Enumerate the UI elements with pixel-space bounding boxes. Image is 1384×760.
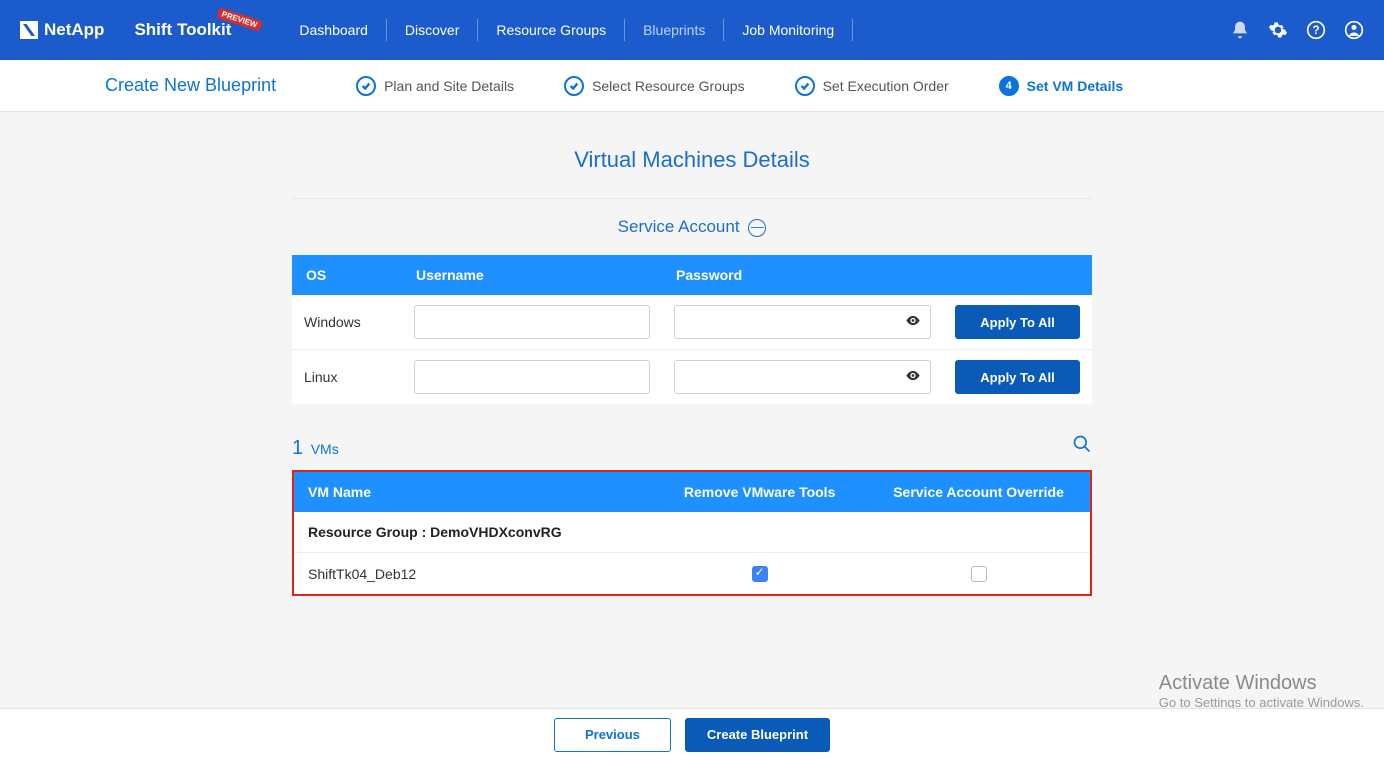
col-password: Password xyxy=(662,255,943,295)
user-icon[interactable] xyxy=(1344,20,1364,40)
vm-row: ShiftTk04_Deb12 xyxy=(294,553,1090,595)
col-sa-override: Service Account Override xyxy=(867,472,1090,512)
password-input-linux[interactable] xyxy=(674,360,931,394)
vm-table: VM Name Remove VMware Tools Service Acco… xyxy=(294,472,1090,594)
nav-job-monitoring[interactable]: Job Monitoring xyxy=(724,22,852,38)
service-account-title: Service Account — xyxy=(292,217,1092,237)
product-name: Shift Toolkit PREVIEW xyxy=(134,20,231,40)
section-title: Virtual Machines Details xyxy=(0,147,1384,173)
step-vm-details[interactable]: 4 Set VM Details xyxy=(999,76,1123,96)
bell-icon[interactable] xyxy=(1230,20,1250,40)
gear-icon[interactable] xyxy=(1268,20,1288,40)
service-account-table: OS Username Password Windows Apply To Al… xyxy=(292,255,1092,404)
top-icon-group: ? xyxy=(1230,20,1364,40)
check-icon xyxy=(356,76,376,96)
help-icon[interactable]: ? xyxy=(1306,20,1326,40)
sa-row-windows: Windows Apply To All xyxy=(292,295,1092,350)
vm-group-row: Resource Group : DemoVHDXconvRG xyxy=(294,512,1090,553)
apply-all-windows-button[interactable]: Apply To All xyxy=(955,305,1080,339)
wizard-steps: Plan and Site Details Select Resource Gr… xyxy=(356,76,1279,96)
vm-count-row: 1 VMs xyxy=(292,434,1092,460)
wizard-footer: Previous Create Blueprint xyxy=(0,708,1384,760)
col-remove-tools: Remove VMware Tools xyxy=(652,472,867,512)
divider xyxy=(292,198,1092,199)
step-execution-order[interactable]: Set Execution Order xyxy=(795,76,949,96)
watermark-line1: Activate Windows xyxy=(1159,672,1364,695)
os-label: Linux xyxy=(292,350,402,405)
main-content: Virtual Machines Details Service Account… xyxy=(0,112,1384,676)
netapp-logo-icon xyxy=(20,21,38,39)
windows-activation-watermark: Activate Windows Go to Settings to activ… xyxy=(1159,672,1364,710)
search-icon[interactable] xyxy=(1072,434,1092,459)
create-blueprint-button[interactable]: Create Blueprint xyxy=(685,718,830,752)
nav-resource-groups[interactable]: Resource Groups xyxy=(478,22,624,38)
vm-count: 1 VMs xyxy=(292,437,339,460)
top-nav-bar: NetApp Shift Toolkit PREVIEW Dashboard D… xyxy=(0,0,1384,60)
sa-override-checkbox[interactable] xyxy=(971,566,987,582)
nav-separator xyxy=(852,19,853,41)
vm-name-cell: ShiftTk04_Deb12 xyxy=(294,553,652,595)
col-os: OS xyxy=(292,255,402,295)
resource-group-label: Resource Group : DemoVHDXconvRG xyxy=(294,512,1090,553)
username-input-linux[interactable] xyxy=(414,360,650,394)
eye-icon[interactable] xyxy=(905,313,921,332)
col-vm-name: VM Name xyxy=(294,472,652,512)
col-username: Username xyxy=(402,255,662,295)
nav-dashboard[interactable]: Dashboard xyxy=(281,22,386,38)
check-icon xyxy=(795,76,815,96)
vm-table-highlight: VM Name Remove VMware Tools Service Acco… xyxy=(292,470,1092,596)
username-input-windows[interactable] xyxy=(414,305,650,339)
os-label: Windows xyxy=(292,295,402,350)
sa-row-linux: Linux Apply To All xyxy=(292,350,1092,405)
stepper-bar: Create New Blueprint Plan and Site Detai… xyxy=(0,60,1384,112)
step-number-icon: 4 xyxy=(999,76,1019,96)
password-input-windows[interactable] xyxy=(674,305,931,339)
previous-button[interactable]: Previous xyxy=(554,718,671,752)
step-resource-groups[interactable]: Select Resource Groups xyxy=(564,76,745,96)
remove-tools-checkbox[interactable] xyxy=(752,566,768,582)
brand-company: NetApp xyxy=(44,20,104,40)
nav-discover[interactable]: Discover xyxy=(387,22,477,38)
nav-blueprints[interactable]: Blueprints xyxy=(625,22,723,38)
nav-items: Dashboard Discover Resource Groups Bluep… xyxy=(281,19,1230,41)
check-icon xyxy=(564,76,584,96)
col-action xyxy=(943,255,1092,295)
page-title: Create New Blueprint xyxy=(105,75,276,96)
eye-icon[interactable] xyxy=(905,368,921,387)
apply-all-linux-button[interactable]: Apply To All xyxy=(955,360,1080,394)
step-plan-site[interactable]: Plan and Site Details xyxy=(356,76,514,96)
collapse-icon[interactable]: — xyxy=(748,219,766,237)
brand-logo: NetApp xyxy=(20,20,104,40)
svg-text:?: ? xyxy=(1312,24,1319,37)
